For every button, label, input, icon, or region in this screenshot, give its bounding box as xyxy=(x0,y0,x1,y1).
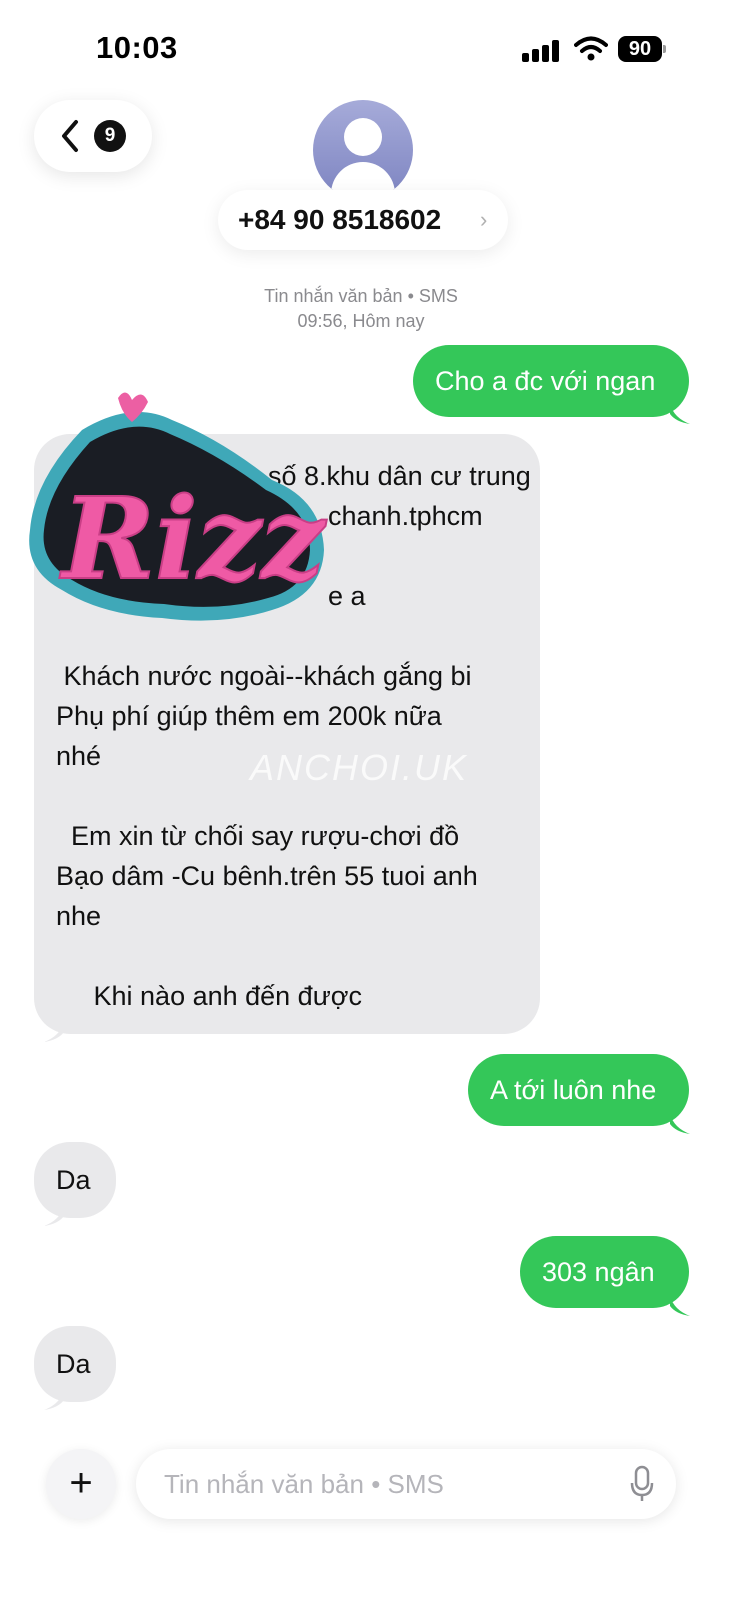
bubble-tail xyxy=(670,404,690,424)
message-input[interactable]: Tin nhắn văn bản • SMS xyxy=(136,1449,676,1519)
watermark-text: ANCHOI.UK xyxy=(250,747,469,788)
message-line: nhe xyxy=(56,901,102,931)
bubble-tail xyxy=(44,1206,64,1226)
message-line: Phụ phí giúp thêm em 200k nữa xyxy=(56,701,442,731)
message-text: Da xyxy=(56,1349,91,1379)
message-line: chanh.tphcm xyxy=(328,501,483,531)
battery-icon: 90 xyxy=(618,36,666,62)
microphone-icon[interactable] xyxy=(630,1465,654,1503)
bubble-tail xyxy=(670,1114,690,1134)
status-time: 10:03 xyxy=(96,30,178,65)
plus-icon: + xyxy=(69,1461,93,1505)
message-line: Khách nước ngoài--khách gắng bi xyxy=(56,661,472,691)
battery-level: 90 xyxy=(618,36,662,62)
message-text: Da xyxy=(56,1165,91,1195)
cellular-signal-icon xyxy=(522,40,560,62)
message-text: A tới luôn nhe xyxy=(490,1075,657,1105)
message-line: Khi nào anh đến được xyxy=(56,981,362,1011)
message-input-placeholder: Tin nhắn văn bản • SMS xyxy=(164,1469,444,1499)
message-line: Em xin từ chối say rượu-chơi đồ xyxy=(56,821,460,851)
message-text: Cho a đc với ngan xyxy=(435,366,656,396)
sticker-text: Rizz xyxy=(59,474,327,605)
bubble-tail xyxy=(670,1296,690,1316)
bubble-tail xyxy=(44,1022,64,1042)
chevron-right-icon: › xyxy=(480,207,488,232)
outgoing-message[interactable]: A tới luôn nhe xyxy=(468,1054,689,1126)
message-text: 303 ngân xyxy=(542,1257,655,1287)
message-line: Bạo dâm -Cu bênh.trên 55 tuoi anh xyxy=(56,861,478,891)
unread-count-badge: 9 xyxy=(94,120,126,152)
person-icon xyxy=(344,118,382,156)
outgoing-message[interactable]: Cho a đc với ngan xyxy=(413,345,689,417)
conversation-timestamp: 09:56, Hôm nay xyxy=(297,311,425,331)
wifi-icon xyxy=(574,36,608,61)
back-button[interactable]: 9 xyxy=(34,100,152,172)
outgoing-message[interactable]: 303 ngân xyxy=(520,1236,689,1308)
message-line: e a xyxy=(328,581,366,611)
conversation-channel-label: Tin nhắn văn bản • SMS xyxy=(264,286,458,306)
add-attachment-button[interactable]: + xyxy=(46,1449,116,1519)
contact-name-button[interactable]: +84 90 8518602 › xyxy=(218,190,508,250)
bubble-tail xyxy=(44,1390,64,1410)
rizz-sticker-image: Rizz xyxy=(29,392,328,621)
contact-phone-number: +84 90 8518602 xyxy=(238,204,442,235)
contact-avatar[interactable] xyxy=(313,100,413,200)
chevron-left-icon xyxy=(62,120,78,152)
message-line xyxy=(56,936,526,976)
